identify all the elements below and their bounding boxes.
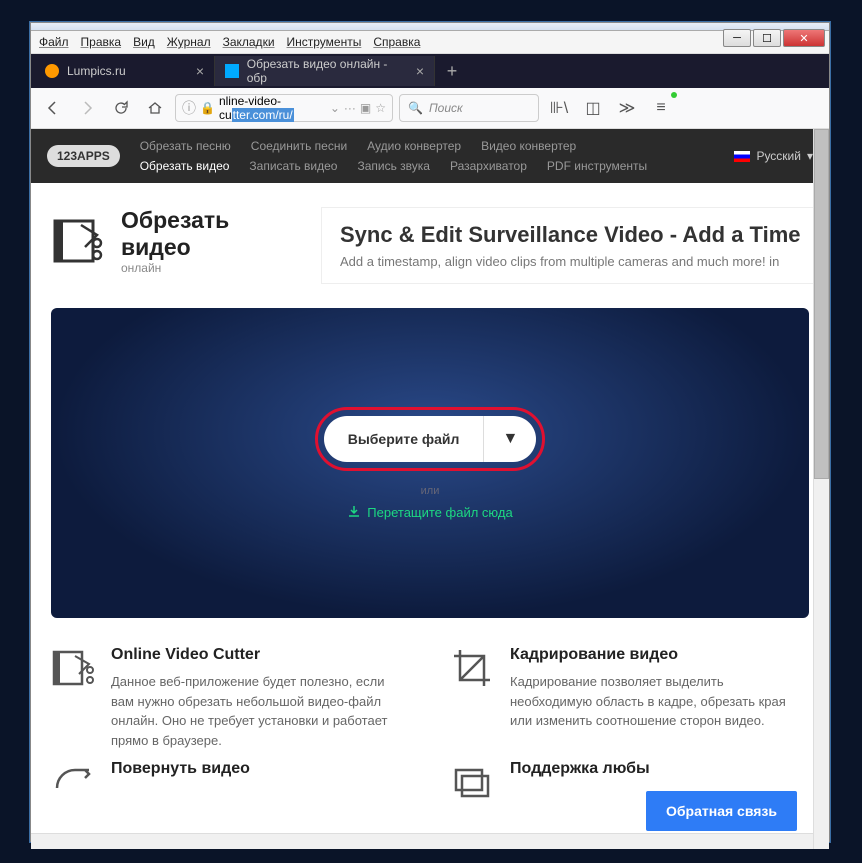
ad-text: Add a timestamp, align video clips from … [340, 254, 801, 269]
feature-title: Поддержка любы [510, 760, 650, 778]
nav-link[interactable]: Обрезать песню [140, 139, 231, 153]
vertical-scrollbar[interactable] [813, 129, 829, 849]
ad-title: Sync & Edit Surveillance Video - Add a T… [340, 222, 801, 248]
site-logo[interactable]: 123APPS [47, 145, 120, 167]
feature-text: Кадрирование позволяет выделить необходи… [510, 672, 809, 731]
favicon-icon [225, 64, 239, 78]
home-button[interactable] [141, 94, 169, 122]
tab-label: Обрезать видео онлайн - обр [247, 57, 408, 85]
rotate-icon [51, 760, 95, 804]
url-bar[interactable]: ⓘ 🔒 nline-video-cutter.com/ru/ ⌄ ··· ▣ ☆ [175, 94, 393, 122]
feature-title: Кадрирование видео [510, 646, 809, 664]
page-subtitle: онлайн [121, 261, 291, 275]
nav-link[interactable]: Видео конвертер [481, 139, 576, 153]
page-content: 123APPS Обрезать песню Соединить песни А… [31, 129, 829, 849]
highlight-annotation: Выберите файл ▼ [315, 407, 546, 471]
feature-title: Повернуть видео [111, 760, 250, 778]
nav-link[interactable]: Записать видео [249, 159, 337, 173]
nav-link[interactable]: Соединить песни [251, 139, 347, 153]
language-selector[interactable]: Русский ▾ [734, 149, 813, 163]
video-cut-icon [51, 213, 107, 269]
feedback-button[interactable]: Обратная связь [646, 791, 797, 831]
lock-icon: 🔒 [200, 101, 215, 115]
menu-edit[interactable]: Правка [81, 35, 122, 49]
bookmark-icon[interactable]: ☆ [375, 101, 386, 115]
back-button[interactable] [39, 94, 67, 122]
dropdown-icon[interactable]: ⌄ [330, 101, 340, 115]
menu-bookmarks[interactable]: Закладки [223, 35, 275, 49]
menu-view[interactable]: Вид [133, 35, 155, 49]
feature-text: Данное веб-приложение будет полезно, есл… [111, 672, 410, 750]
nav-link[interactable]: Разархиватор [450, 159, 527, 173]
ad-banner[interactable]: Sync & Edit Surveillance Video - Add a T… [321, 207, 820, 284]
or-label: или [421, 485, 440, 497]
menu-file[interactable]: Файл [39, 35, 69, 49]
url-text: nline-video-cutter.com/ru/ [219, 94, 326, 122]
reload-button[interactable] [107, 94, 135, 122]
library-icon[interactable]: ⊪\ [545, 94, 573, 122]
tab-2[interactable]: Обрезать видео онлайн - обр × [215, 56, 435, 86]
formats-icon [450, 760, 494, 804]
menu-icon[interactable]: ≡ [647, 94, 675, 122]
file-button-label: Выберите файл [324, 431, 484, 447]
more-icon[interactable]: ··· [344, 101, 356, 115]
maximize-button[interactable]: ☐ [753, 29, 781, 47]
crop-icon [450, 646, 494, 690]
nav-link[interactable]: Аудио конвертер [367, 139, 461, 153]
site-nav: 123APPS Обрезать песню Соединить песни А… [31, 129, 829, 183]
download-icon [347, 505, 361, 519]
reader-icon[interactable]: ▣ [360, 101, 371, 115]
tab-1[interactable]: Lumpics.ru × [35, 56, 215, 86]
search-icon: 🔍 [408, 101, 423, 115]
search-bar[interactable]: 🔍 Поиск [399, 94, 539, 122]
favicon-icon [45, 64, 59, 78]
flag-icon [734, 151, 750, 162]
menu-help[interactable]: Справка [373, 35, 420, 49]
tab-bar: Lumpics.ru × Обрезать видео онлайн - обр… [31, 54, 829, 88]
file-select-button[interactable]: Выберите файл ▼ [324, 416, 537, 462]
overflow-icon[interactable]: ≫ [613, 94, 641, 122]
info-icon[interactable]: ⓘ [182, 98, 196, 118]
menu-bar: Файл Правка Вид Журнал Закладки Инструме… [31, 31, 829, 54]
close-tab-icon[interactable]: × [416, 63, 424, 79]
forward-button[interactable] [73, 94, 101, 122]
horizontal-scrollbar[interactable] [31, 833, 813, 849]
upload-zone[interactable]: Выберите файл ▼ или Перетащите файл сюда [51, 308, 809, 618]
menu-tools[interactable]: Инструменты [287, 35, 362, 49]
nav-link[interactable]: Запись звука [357, 159, 430, 173]
sidebar-icon[interactable]: ◫ [579, 94, 607, 122]
file-button-dropdown[interactable]: ▼ [483, 416, 536, 462]
page-title: Обрезать видео [121, 207, 291, 261]
nav-link-active[interactable]: Обрезать видео [140, 159, 230, 173]
feature-title: Online Video Cutter [111, 646, 410, 664]
toolbar: ⓘ 🔒 nline-video-cutter.com/ru/ ⌄ ··· ▣ ☆… [31, 88, 829, 129]
scrollbar-thumb[interactable] [814, 129, 829, 479]
minimize-button[interactable]: ─ [723, 29, 751, 47]
new-tab-button[interactable]: + [439, 58, 465, 84]
cutter-icon [51, 646, 95, 690]
drag-hint: Перетащите файл сюда [347, 505, 512, 520]
nav-link[interactable]: PDF инструменты [547, 159, 647, 173]
close-tab-icon[interactable]: × [196, 63, 204, 79]
tab-label: Lumpics.ru [67, 64, 126, 78]
close-window-button[interactable]: ✕ [783, 29, 825, 47]
menu-history[interactable]: Журнал [167, 35, 211, 49]
search-placeholder: Поиск [429, 101, 463, 115]
